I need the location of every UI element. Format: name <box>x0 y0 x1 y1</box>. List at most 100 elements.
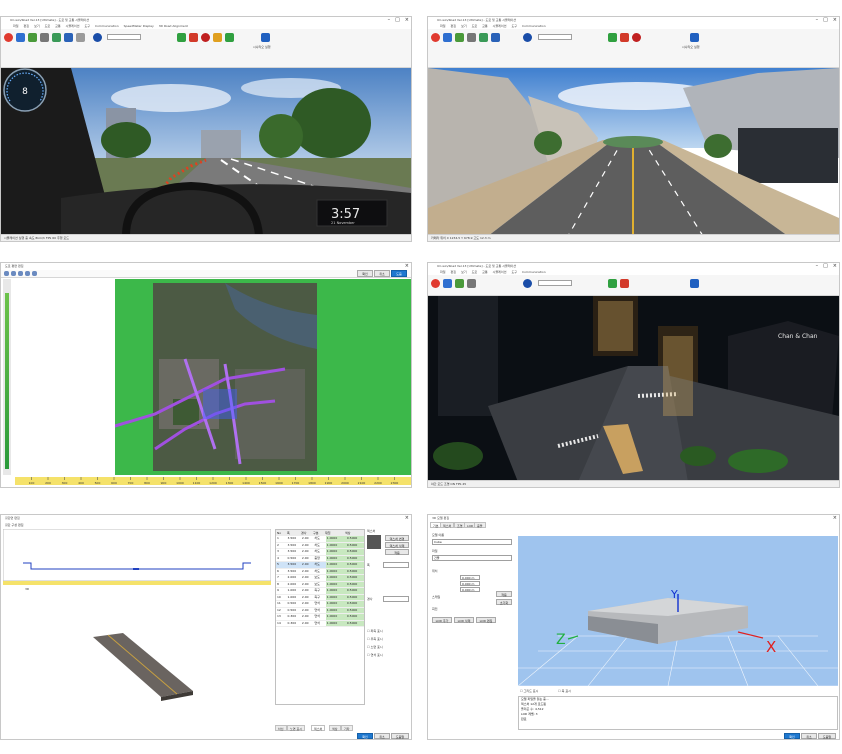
select-icon[interactable] <box>25 271 30 276</box>
help-button[interactable]: 도움말 <box>391 733 409 739</box>
view-icon[interactable] <box>76 33 85 42</box>
width-input[interactable] <box>383 562 409 568</box>
texture-delete-button[interactable]: 텍스처 삭제 <box>385 542 409 548</box>
close-icon[interactable]: × <box>833 515 837 522</box>
lod-edit-button[interactable]: LOD 편집 <box>476 617 496 623</box>
ok-button[interactable]: 확인 <box>357 733 373 739</box>
tab-lane[interactable]: 차선 <box>275 725 287 731</box>
plan-canvas[interactable] <box>115 279 411 475</box>
open-icon[interactable] <box>16 33 25 42</box>
terrain-icon[interactable] <box>52 33 61 42</box>
maximize-icon[interactable]: □ <box>823 263 828 270</box>
open-icon[interactable] <box>443 33 452 42</box>
cancel-button[interactable]: 취소 <box>801 733 817 739</box>
earth-icon[interactable] <box>523 279 532 288</box>
scenario-select[interactable] <box>538 34 572 40</box>
help-button[interactable]: 도움말 <box>818 733 836 739</box>
urban-block <box>235 369 305 459</box>
tab-texture[interactable]: 텍스처 <box>311 725 326 731</box>
camera-icon[interactable] <box>64 33 73 42</box>
checkbox-axis[interactable]: ☐ 축 표시 <box>558 689 571 693</box>
plan-left-area[interactable] <box>15 279 115 475</box>
street-viewport[interactable] <box>428 68 839 236</box>
save-icon[interactable] <box>455 279 464 288</box>
stop-icon[interactable] <box>189 33 198 42</box>
road-icon[interactable] <box>40 33 49 42</box>
tab-other[interactable]: 기타 <box>341 725 353 731</box>
signal-icon[interactable] <box>225 33 234 42</box>
position-z-input[interactable]: 0.000 m <box>460 587 480 592</box>
lod-add-button[interactable]: LOD 추가 <box>432 617 452 623</box>
run-scenario-icon[interactable] <box>690 279 699 288</box>
night-viewport[interactable]: Chan & Chan <box>428 296 839 482</box>
cancel-button[interactable]: 취소 <box>374 733 390 739</box>
stop-icon[interactable] <box>620 33 629 42</box>
play-icon[interactable] <box>608 33 617 42</box>
ok-button[interactable]: 확인 <box>784 733 800 739</box>
table-row[interactable]: 14 0.300 2.00 연석 1.0000 0.5000 <box>276 620 364 627</box>
option-checkbox[interactable]: ☐ 좌측 표시 <box>367 629 383 633</box>
scenario-select[interactable] <box>107 34 141 40</box>
save-icon[interactable] <box>455 33 464 42</box>
road-icon[interactable] <box>467 279 476 288</box>
close-icon[interactable]: × <box>405 17 409 24</box>
stop-icon[interactable] <box>620 279 629 288</box>
file-input[interactable]: 건물 <box>432 555 512 561</box>
road-3d-viewport[interactable] <box>3 593 271 733</box>
help-button[interactable]: 도움 <box>391 270 407 277</box>
save-icon[interactable] <box>28 33 37 42</box>
speed-value: 8 <box>22 87 28 97</box>
position-x-input[interactable]: 0.000 m <box>460 575 480 580</box>
option-checkbox[interactable]: ☐ 연석 표시 <box>367 653 383 657</box>
record-icon[interactable] <box>201 33 210 42</box>
maximize-icon[interactable]: □ <box>395 17 400 24</box>
road-icon[interactable] <box>467 33 476 42</box>
lod-delete-button[interactable]: LOD 삭제 <box>454 617 474 623</box>
close-icon[interactable]: × <box>405 515 409 522</box>
run-scenario-icon[interactable] <box>690 33 699 42</box>
option-checkbox[interactable]: ☐ 우측 표시 <box>367 637 383 641</box>
pan-icon[interactable] <box>18 271 23 276</box>
earth-icon[interactable] <box>523 33 532 42</box>
close-icon[interactable]: × <box>833 17 837 24</box>
option-checkbox[interactable]: ☐ 노면 표시 <box>367 645 383 649</box>
measure-icon[interactable] <box>32 271 37 276</box>
checkbox-grid[interactable]: ☐ 그리드 표시 <box>520 689 538 693</box>
close-icon[interactable]: × <box>405 263 409 270</box>
tab-color[interactable]: 색상 <box>329 725 341 731</box>
terrain-icon[interactable] <box>479 33 488 42</box>
scenario-select[interactable] <box>538 280 572 286</box>
tab-texture[interactable]: 텍스처 <box>440 522 455 528</box>
zoom-in-icon[interactable] <box>4 271 9 276</box>
ok-button[interactable]: 확인 <box>357 270 373 277</box>
play-icon[interactable] <box>608 279 617 288</box>
position-y-input[interactable]: 0.000 m <box>460 581 480 586</box>
minimize-icon[interactable]: – <box>816 17 819 24</box>
run-scenario-icon[interactable] <box>261 33 270 42</box>
cancel-button[interactable]: 취소 <box>374 270 390 277</box>
minimize-icon[interactable]: – <box>816 263 819 270</box>
model-viewport[interactable]: Y X Z <box>518 536 838 686</box>
tab-marking[interactable]: 노면 표시 <box>287 725 305 731</box>
minimize-icon[interactable]: – <box>388 17 391 24</box>
table-cell: 11 <box>277 601 281 605</box>
play-icon[interactable] <box>177 33 186 42</box>
name-input[interactable]: Cube <box>432 539 512 545</box>
earth-icon[interactable] <box>93 33 102 42</box>
tab-collision[interactable]: 충돌 <box>474 522 486 528</box>
traffic-icon[interactable] <box>213 33 222 42</box>
slope-input[interactable] <box>383 596 409 602</box>
open-icon[interactable] <box>443 279 452 288</box>
texture-apply-button[interactable]: 적용 <box>385 549 409 555</box>
camera-icon[interactable] <box>491 33 500 42</box>
apply-button[interactable]: 적용 <box>496 591 512 597</box>
driving-viewport[interactable]: 3:57 21 November 8 <box>1 68 411 236</box>
windows-lit <box>663 336 693 416</box>
profile-canvas[interactable] <box>3 529 271 581</box>
close-icon[interactable]: × <box>833 263 837 270</box>
reset-button[interactable]: 초기화 <box>496 599 512 605</box>
zoom-out-icon[interactable] <box>11 271 16 276</box>
maximize-icon[interactable]: □ <box>823 17 828 24</box>
record-icon[interactable] <box>632 33 641 42</box>
texture-change-button[interactable]: 텍스처 변경 <box>385 535 409 541</box>
